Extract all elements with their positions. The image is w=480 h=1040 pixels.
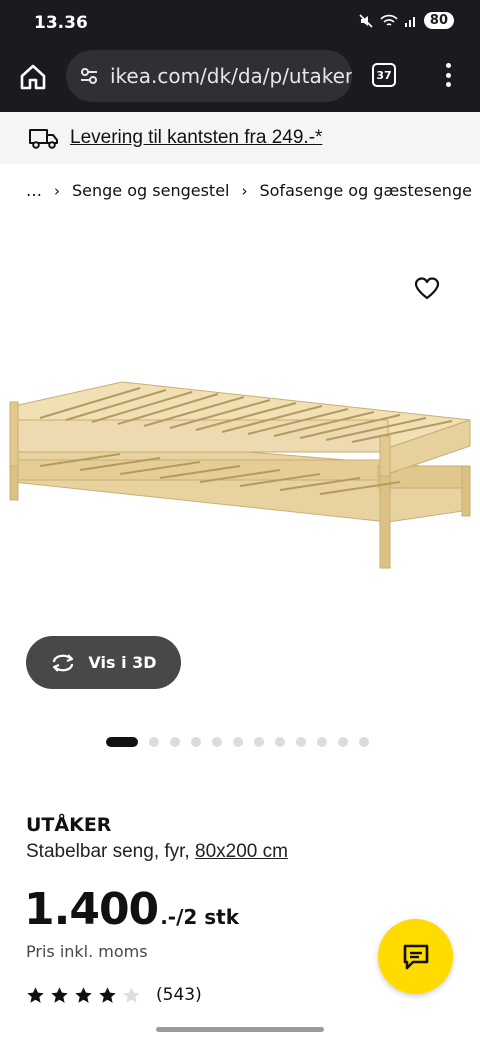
- carousel-dot[interactable]: [275, 737, 285, 747]
- product-description-text: Stabelbar seng, fyr,: [26, 841, 190, 862]
- product-image[interactable]: [0, 270, 480, 630]
- star-empty-icon: [123, 986, 140, 1003]
- review-count[interactable]: (543): [156, 985, 202, 1005]
- product-size-link[interactable]: 80x200 cm: [195, 841, 288, 862]
- star-filled-icon: [99, 986, 116, 1003]
- status-icons: 80: [358, 12, 454, 29]
- status-bar: 13.36 80: [0, 0, 480, 46]
- breadcrumb-item-senge[interactable]: Senge og sengestel: [72, 181, 229, 200]
- chat-button[interactable]: [378, 919, 453, 994]
- wifi-icon: [380, 14, 398, 26]
- battery-indicator: 80: [423, 12, 454, 29]
- rotate-3d-icon: [53, 653, 74, 672]
- price-suffix: .-/2 stk: [160, 905, 240, 929]
- carousel-dot[interactable]: [212, 737, 222, 747]
- product-price: 1.400 .-/2 stk: [24, 884, 239, 935]
- address-bar[interactable]: ikea.com/dk/da/p/utaker-: [66, 50, 352, 102]
- delivery-banner: Levering til kantsten fra 249.-*: [0, 112, 480, 164]
- browser-menu-icon[interactable]: [438, 60, 458, 90]
- carousel-dot[interactable]: [233, 737, 243, 747]
- bed-illustration: [9, 381, 471, 569]
- view-3d-label: Vis i 3D: [88, 653, 157, 672]
- price-value: 1.400: [24, 884, 159, 935]
- vat-note: Pris inkl. moms: [26, 942, 148, 961]
- status-time: 13.36: [34, 13, 88, 33]
- star-filled-icon: [27, 986, 44, 1003]
- site-settings-icon[interactable]: [78, 65, 100, 87]
- carousel-dot[interactable]: [170, 737, 180, 747]
- star-filled-icon: [75, 986, 92, 1003]
- tab-switcher-button[interactable]: 37: [372, 63, 396, 87]
- product-description: Stabelbar seng, fyr, 80x200 cm: [26, 841, 288, 863]
- breadcrumb: … › Senge og sengestel › Sofasenge og gæ…: [26, 181, 472, 200]
- carousel-dot[interactable]: [317, 737, 327, 747]
- browser-toolbar: ikea.com/dk/da/p/utaker- 37: [0, 46, 480, 112]
- carousel-dot[interactable]: [296, 737, 306, 747]
- star-filled-icon: [51, 986, 68, 1003]
- chevron-right-icon: ›: [241, 181, 248, 200]
- mute-icon: [359, 13, 373, 28]
- breadcrumb-item-sofasenge[interactable]: Sofasenge og gæstesenge: [259, 181, 471, 200]
- carousel-dot[interactable]: [149, 737, 159, 747]
- carousel-dot[interactable]: [106, 737, 138, 747]
- home-icon[interactable]: [18, 62, 48, 92]
- carousel-dot[interactable]: [359, 737, 369, 747]
- view-3d-button[interactable]: Vis i 3D: [26, 636, 181, 689]
- delivery-link[interactable]: Levering til kantsten fra 249.-*: [70, 127, 322, 149]
- chevron-right-icon: ›: [54, 181, 60, 200]
- favorite-heart-icon[interactable]: [414, 276, 440, 302]
- image-carousel-indicator[interactable]: [106, 737, 369, 747]
- product-rating[interactable]: (543): [26, 985, 202, 1005]
- carousel-dot[interactable]: [338, 737, 348, 747]
- carousel-dot[interactable]: [191, 737, 201, 747]
- chat-icon: [403, 944, 428, 969]
- product-name[interactable]: UTÅKER: [26, 814, 111, 836]
- gesture-nav-handle[interactable]: [156, 1027, 324, 1032]
- carousel-dot[interactable]: [254, 737, 264, 747]
- signal-icon: [404, 16, 415, 27]
- breadcrumb-ellipsis[interactable]: …: [26, 181, 42, 200]
- url-text: ikea.com/dk/da/p/utaker-: [110, 64, 352, 88]
- truck-icon: [29, 129, 58, 149]
